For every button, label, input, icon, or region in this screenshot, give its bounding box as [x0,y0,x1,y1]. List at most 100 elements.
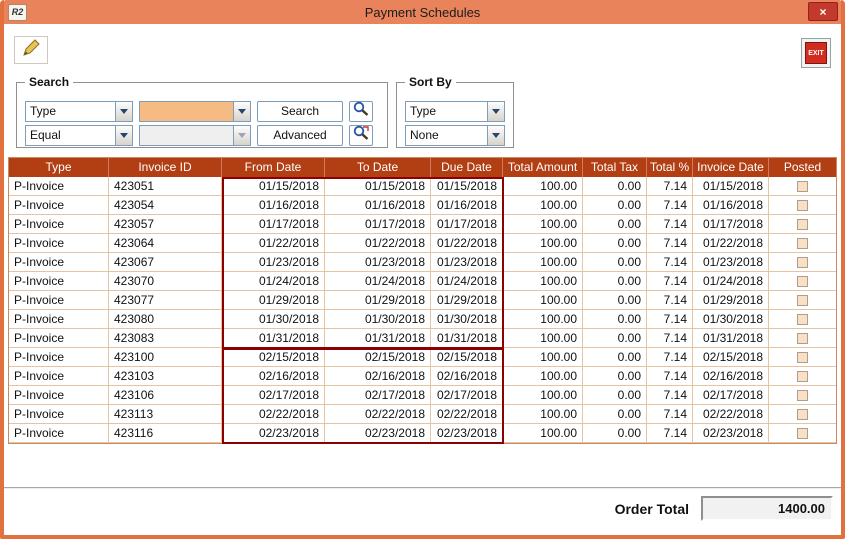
posted-checkbox[interactable] [797,333,808,344]
cell-total_tax[interactable]: 0.00 [583,367,647,385]
search-button[interactable]: Search [257,101,343,122]
cell-total_tax[interactable]: 0.00 [583,291,647,309]
cell-posted[interactable] [769,386,836,404]
search-value-combo[interactable] [139,101,251,122]
cell-total_amount[interactable]: 100.00 [503,215,583,233]
cell-posted[interactable] [769,215,836,233]
exit-button[interactable]: EXIT [801,38,831,68]
table-row[interactable]: P-Invoice42310602/17/201802/17/201802/17… [9,386,836,405]
cell-total_pct[interactable]: 7.14 [647,196,693,214]
cell-due_date[interactable]: 01/29/2018 [431,291,503,309]
cell-total_amount[interactable]: 100.00 [503,424,583,442]
column-header-9[interactable]: Posted [769,158,836,177]
cell-invoice_id[interactable]: 423064 [109,234,222,252]
cell-total_amount[interactable]: 100.00 [503,329,583,347]
edit-button[interactable] [14,36,48,64]
cell-type[interactable]: P-Invoice [9,329,109,347]
cell-from_date[interactable]: 02/16/2018 [222,367,325,385]
table-row[interactable]: P-Invoice42307701/29/201801/29/201801/29… [9,291,836,310]
table-row[interactable]: P-Invoice42306401/22/201801/22/201801/22… [9,234,836,253]
cell-posted[interactable] [769,196,836,214]
cell-type[interactable]: P-Invoice [9,215,109,233]
cell-total_tax[interactable]: 0.00 [583,329,647,347]
cell-total_pct[interactable]: 7.14 [647,348,693,366]
column-header-1[interactable]: Invoice ID [109,158,222,177]
search-field-combo[interactable]: Type [25,101,133,122]
cell-due_date[interactable]: 01/31/2018 [431,329,503,347]
posted-checkbox[interactable] [797,238,808,249]
posted-checkbox[interactable] [797,371,808,382]
cell-total_pct[interactable]: 7.14 [647,234,693,252]
cell-due_date[interactable]: 01/17/2018 [431,215,503,233]
cell-posted[interactable] [769,329,836,347]
cell-invoice_date[interactable]: 02/17/2018 [693,386,769,404]
cell-invoice_date[interactable]: 02/22/2018 [693,405,769,423]
cell-to_date[interactable]: 02/16/2018 [325,367,431,385]
cell-type[interactable]: P-Invoice [9,310,109,328]
advanced-search-button[interactable] [349,125,373,146]
table-row[interactable]: P-Invoice42305401/16/201801/16/201801/16… [9,196,836,215]
posted-checkbox[interactable] [797,409,808,420]
cell-posted[interactable] [769,234,836,252]
cell-total_amount[interactable]: 100.00 [503,177,583,195]
cell-invoice_id[interactable]: 423070 [109,272,222,290]
table-row[interactable]: P-Invoice42306701/23/201801/23/201801/23… [9,253,836,272]
close-button[interactable]: × [808,2,838,21]
cell-invoice_id[interactable]: 423051 [109,177,222,195]
cell-to_date[interactable]: 01/22/2018 [325,234,431,252]
search-operator-combo[interactable]: Equal [25,125,133,146]
cell-total_pct[interactable]: 7.14 [647,177,693,195]
cell-due_date[interactable]: 02/23/2018 [431,424,503,442]
cell-invoice_id[interactable]: 423106 [109,386,222,404]
cell-type[interactable]: P-Invoice [9,424,109,442]
cell-invoice_date[interactable]: 01/29/2018 [693,291,769,309]
cell-to_date[interactable]: 01/29/2018 [325,291,431,309]
cell-from_date[interactable]: 01/15/2018 [222,177,325,195]
table-row[interactable]: P-Invoice42307001/24/201801/24/201801/24… [9,272,836,291]
sort-secondary-combo[interactable]: None [405,125,505,146]
cell-invoice_id[interactable]: 423057 [109,215,222,233]
search-value2-combo[interactable] [139,125,251,146]
sort-primary-combo[interactable]: Type [405,101,505,122]
cell-due_date[interactable]: 01/23/2018 [431,253,503,271]
column-header-7[interactable]: Total % [647,158,693,177]
cell-from_date[interactable]: 01/17/2018 [222,215,325,233]
cell-posted[interactable] [769,367,836,385]
posted-checkbox[interactable] [797,295,808,306]
cell-due_date[interactable]: 01/24/2018 [431,272,503,290]
cell-type[interactable]: P-Invoice [9,386,109,404]
cell-from_date[interactable]: 01/22/2018 [222,234,325,252]
posted-checkbox[interactable] [797,276,808,287]
cell-invoice_id[interactable]: 423100 [109,348,222,366]
posted-checkbox[interactable] [797,181,808,192]
cell-invoice_date[interactable]: 02/16/2018 [693,367,769,385]
chevron-down-icon[interactable] [487,102,504,121]
table-row[interactable]: P-Invoice42311302/22/201802/22/201802/22… [9,405,836,424]
cell-from_date[interactable]: 02/22/2018 [222,405,325,423]
table-row[interactable]: P-Invoice42305701/17/201801/17/201801/17… [9,215,836,234]
cell-from_date[interactable]: 01/24/2018 [222,272,325,290]
cell-total_tax[interactable]: 0.00 [583,386,647,404]
cell-from_date[interactable]: 01/30/2018 [222,310,325,328]
cell-total_pct[interactable]: 7.14 [647,329,693,347]
cell-total_tax[interactable]: 0.00 [583,234,647,252]
table-row[interactable]: P-Invoice42311602/23/201802/23/201802/23… [9,424,836,443]
cell-total_tax[interactable]: 0.00 [583,348,647,366]
cell-total_pct[interactable]: 7.14 [647,215,693,233]
chevron-down-icon[interactable] [115,102,132,121]
cell-invoice_id[interactable]: 423054 [109,196,222,214]
column-header-0[interactable]: Type [9,158,109,177]
posted-checkbox[interactable] [797,390,808,401]
search-magnifier-button[interactable] [349,101,373,122]
cell-invoice_date[interactable]: 01/23/2018 [693,253,769,271]
column-header-2[interactable]: From Date [222,158,325,177]
cell-due_date[interactable]: 01/22/2018 [431,234,503,252]
cell-total_pct[interactable]: 7.14 [647,386,693,404]
cell-to_date[interactable]: 02/15/2018 [325,348,431,366]
cell-type[interactable]: P-Invoice [9,348,109,366]
cell-posted[interactable] [769,272,836,290]
cell-type[interactable]: P-Invoice [9,291,109,309]
cell-total_amount[interactable]: 100.00 [503,234,583,252]
cell-total_pct[interactable]: 7.14 [647,272,693,290]
cell-total_tax[interactable]: 0.00 [583,215,647,233]
